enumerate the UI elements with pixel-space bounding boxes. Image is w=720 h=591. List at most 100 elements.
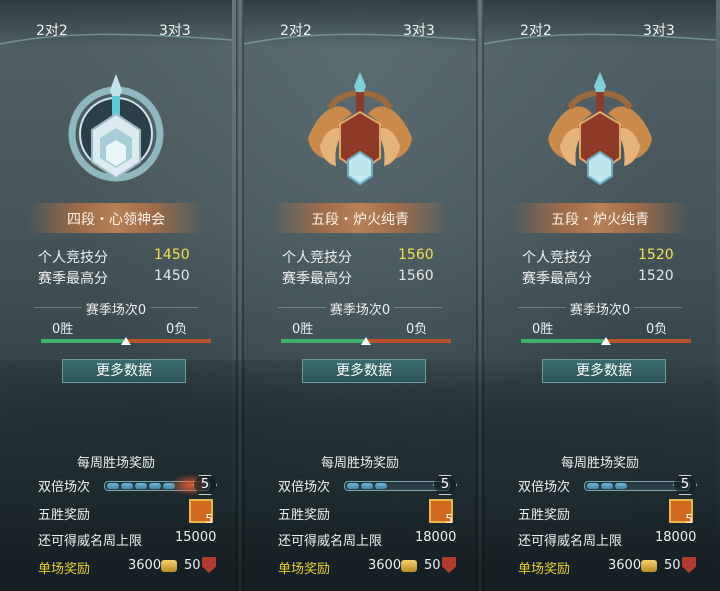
cap-value: 15000 — [175, 530, 217, 545]
wins-count: 0胜 — [532, 322, 554, 337]
win-bar-fill — [41, 339, 125, 343]
personal-score-value: 1560 — [398, 247, 434, 263]
losses-count: 0负 — [166, 322, 188, 337]
ratio-marker-icon — [121, 337, 131, 345]
tab-3v3[interactable]: 3对3 — [159, 20, 191, 40]
rank-plate: 五段・炉火纯青 — [512, 203, 688, 233]
coin-icon — [401, 560, 417, 572]
divider-right — [634, 307, 682, 308]
season-matches: 赛季场次0 — [85, 303, 147, 318]
tab-2v2[interactable]: 2对2 — [280, 20, 312, 40]
bar-segment — [361, 483, 373, 489]
swoosh-decoration — [244, 33, 476, 45]
single-shield: 50 — [184, 558, 201, 573]
more-data-button[interactable]: 更多数据 — [542, 359, 666, 383]
five-win-label: 五胜奖励 — [38, 508, 91, 523]
weekly-reward-title: 每周胜场奖励 — [560, 456, 639, 471]
rank-name: 五段・炉火纯青 — [551, 212, 649, 228]
arena-panel-3v3: 2对2 3对3 五段・炉火纯青 个人竞技分 1560 赛季最高分 1560 赛季… — [244, 0, 476, 591]
rank-name: 五段・炉火纯青 — [311, 212, 409, 228]
season-high-label: 赛季最高分 — [522, 271, 592, 287]
double-label: 双倍场次 — [518, 480, 571, 495]
season-high-value: 1450 — [154, 268, 190, 284]
treasure-chest-icon[interactable]: 5 — [189, 499, 213, 526]
bar-segment — [107, 483, 119, 489]
coin-icon — [161, 560, 177, 572]
divider-right — [150, 307, 198, 308]
bar-segment — [135, 483, 147, 489]
win-bar-fill — [281, 339, 365, 343]
wins-count: 0胜 — [52, 322, 74, 337]
rank-plate: 四段・心领神会 — [28, 203, 204, 233]
ratio-marker-icon — [601, 337, 611, 345]
single-reward-label: 单场奖励 — [518, 562, 571, 577]
double-count: 5 — [673, 475, 697, 495]
double-label: 双倍场次 — [278, 480, 331, 495]
weekly-reward-title: 每周胜场奖励 — [76, 456, 155, 471]
bar-segment — [587, 483, 599, 489]
bar-segment — [121, 483, 133, 489]
season-high-label: 赛季最高分 — [282, 271, 352, 287]
single-coins: 3600 — [368, 558, 402, 573]
chest-count: 5 — [685, 512, 693, 526]
losses-count: 0负 — [406, 322, 428, 337]
treasure-chest-icon[interactable]: 5 — [669, 499, 693, 526]
personal-score-label: 个人竞技分 — [282, 250, 352, 266]
swoosh-decoration — [484, 33, 716, 45]
season-high-value: 1520 — [638, 268, 674, 284]
five-win-label: 五胜奖励 — [518, 508, 571, 523]
losses-count: 0负 — [646, 322, 668, 337]
treasure-chest-icon[interactable]: 5 — [429, 499, 453, 526]
arena-panel-extra: 2对2 3对3 五段・炉火纯青 个人竞技分 1520 赛季最高分 1520 赛季… — [484, 0, 716, 591]
chest-count: 5 — [205, 512, 213, 526]
chest-count: 5 — [445, 512, 453, 526]
single-shield: 50 — [424, 558, 441, 573]
mode-tab-bar: 2对2 3对3 — [0, 0, 232, 48]
bronze-winged-emblem-icon — [548, 72, 652, 186]
arena-panel-2v2: 2对2 3对3 四段・心领神会 个人竞技分 1450 赛季最高分 1450 赛季… — [0, 0, 232, 591]
tab-2v2[interactable]: 2对2 — [520, 20, 552, 40]
coin-icon — [641, 560, 657, 572]
rank-name: 四段・心领神会 — [67, 212, 165, 228]
tab-3v3[interactable]: 3对3 — [643, 20, 675, 40]
more-data-button[interactable]: 更多数据 — [62, 359, 186, 383]
mode-tab-bar: 2对2 3对3 — [484, 0, 716, 48]
swoosh-decoration — [0, 33, 232, 45]
single-coins: 3600 — [128, 558, 162, 573]
more-data-button[interactable]: 更多数据 — [302, 359, 426, 383]
bar-segment — [149, 483, 161, 489]
loss-bar-fill — [607, 339, 691, 343]
bar-segment — [347, 483, 359, 489]
double-label: 双倍场次 — [38, 480, 91, 495]
shield-icon — [202, 557, 216, 573]
single-reward-label: 单场奖励 — [38, 562, 91, 577]
shield-icon — [682, 557, 696, 573]
weekly-reward-title: 每周胜场奖励 — [320, 456, 399, 471]
cap-label: 还可得威名周上限 — [38, 534, 143, 549]
season-high-label: 赛季最高分 — [38, 271, 108, 287]
wins-count: 0胜 — [292, 322, 314, 337]
season-matches: 赛季场次0 — [569, 303, 631, 318]
tab-2v2[interactable]: 2对2 — [36, 20, 68, 40]
cap-label: 还可得威名周上限 — [518, 534, 623, 549]
silver-blue-emblem-icon — [68, 74, 164, 182]
win-loss-bar — [281, 337, 451, 345]
cap-label: 还可得威名周上限 — [278, 534, 383, 549]
win-bar-fill — [521, 339, 605, 343]
bar-segment — [375, 483, 387, 489]
panel-divider — [476, 0, 484, 591]
single-reward-label: 单场奖励 — [278, 562, 331, 577]
loss-bar-fill — [367, 339, 451, 343]
season-matches: 赛季场次0 — [329, 303, 391, 318]
single-shield: 50 — [664, 558, 681, 573]
personal-score-value: 1450 — [154, 247, 190, 263]
personal-score-label: 个人竞技分 — [522, 250, 592, 266]
five-win-label: 五胜奖励 — [278, 508, 331, 523]
tab-3v3[interactable]: 3对3 — [403, 20, 435, 40]
double-count: 5 — [433, 475, 457, 495]
personal-score-value: 1520 — [638, 247, 674, 263]
cap-value: 18000 — [415, 530, 457, 545]
bar-segment — [615, 483, 627, 489]
personal-score-label: 个人竞技分 — [38, 250, 108, 266]
loss-bar-fill — [127, 339, 211, 343]
